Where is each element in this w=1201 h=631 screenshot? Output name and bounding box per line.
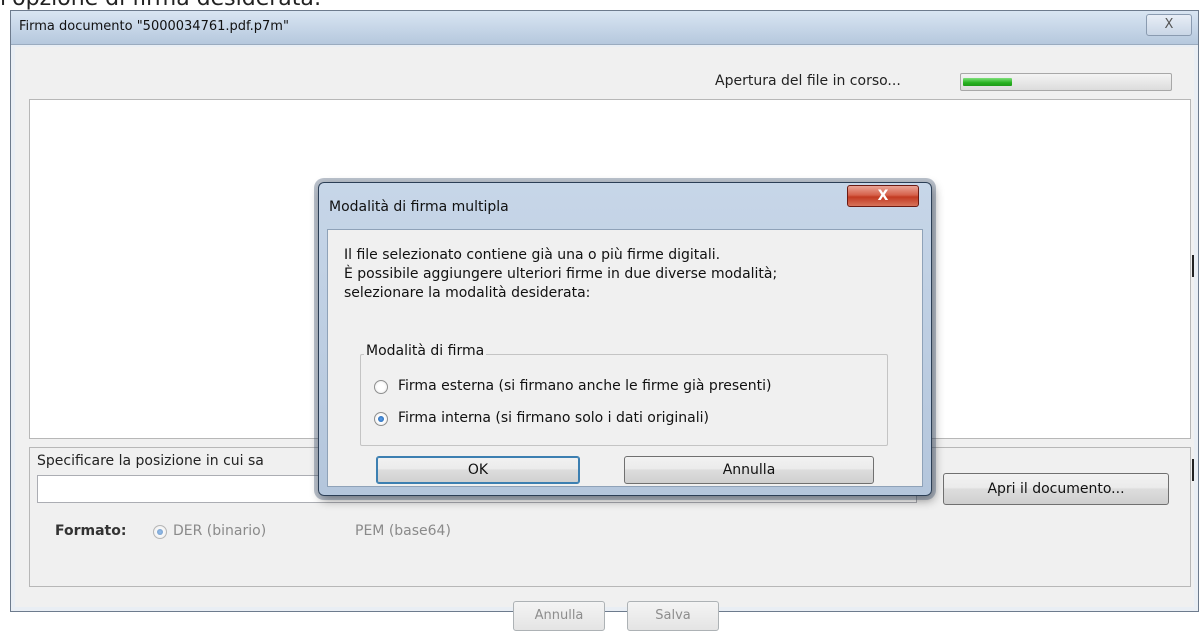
save-button[interactable]: Salva xyxy=(627,601,719,631)
format-der-radio[interactable] xyxy=(153,525,167,539)
window-title: Firma documento "5000034761.pdf.p7m" xyxy=(19,19,289,34)
save-position-label: Specificare la posizione in cui sa xyxy=(37,453,264,469)
dialog-close-button[interactable]: X xyxy=(847,185,919,207)
preview-edge-marker xyxy=(1192,255,1194,277)
dialog-cancel-button[interactable]: Annulla xyxy=(624,456,874,484)
signature-mode-group-title: Modalità di firma xyxy=(364,343,487,359)
dialog-message-line: selezionare la modalità desiderata: xyxy=(344,285,591,301)
internal-signature-radio[interactable] xyxy=(374,412,388,426)
external-signature-label[interactable]: Firma esterna (si firmano anche le firme… xyxy=(398,378,772,394)
dialog-body: Il file selezionato contiene già una o p… xyxy=(327,229,923,487)
dialog-message-line: È possibile aggiungere ulteriori firme i… xyxy=(344,266,778,282)
format-pem-label: PEM (base64) xyxy=(355,523,451,539)
window-close-button[interactable]: X xyxy=(1146,14,1192,36)
format-der-label: DER (binario) xyxy=(173,523,267,539)
panel-edge-marker xyxy=(1192,459,1194,481)
external-signature-radio[interactable] xyxy=(374,380,388,394)
ok-button[interactable]: OK xyxy=(376,456,580,484)
multiple-signature-dialog: Modalità di firma multipla X Il file sel… xyxy=(318,182,932,496)
open-document-button[interactable]: Apri il documento... xyxy=(943,473,1169,505)
signature-mode-group xyxy=(360,354,888,446)
loading-progress-bar xyxy=(960,73,1172,91)
internal-signature-label[interactable]: Firma interna (si firmano solo i dati or… xyxy=(398,410,709,426)
dialog-message-line: Il file selezionato contiene già una o p… xyxy=(344,247,721,263)
loading-status-text: Apertura del file in corso... xyxy=(715,73,901,89)
dialog-message: Il file selezionato contiene già una o p… xyxy=(344,246,777,303)
window-titlebar: Firma documento "5000034761.pdf.p7m" X xyxy=(11,11,1198,45)
format-label: Formato: xyxy=(55,523,127,539)
dialog-title: Modalità di firma multipla xyxy=(329,199,509,215)
progress-fill xyxy=(963,78,1012,86)
cancel-button[interactable]: Annulla xyxy=(513,601,605,631)
